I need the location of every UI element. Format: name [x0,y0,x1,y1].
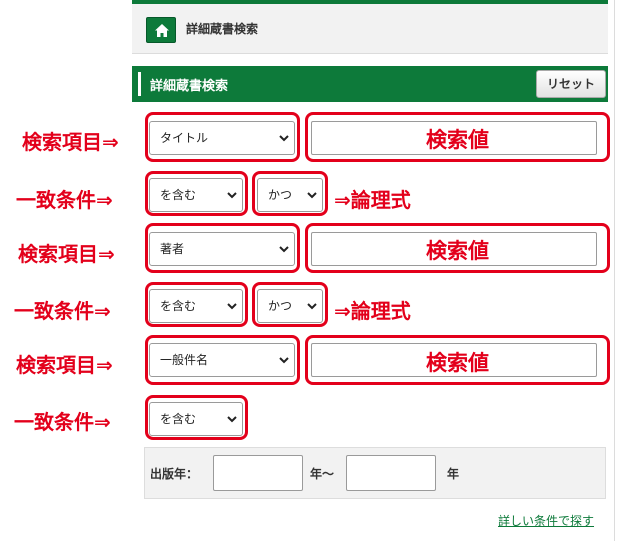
panel-border [614,0,615,541]
year-to-input[interactable] [346,455,436,491]
logic-select-2[interactable]: かつ [257,289,323,323]
annotation-value-label-2: 検索値 [426,239,489,263]
match-select-2[interactable]: を含む [149,289,243,323]
logic-select-2-value: かつ [268,299,293,313]
chevron-down-icon [307,192,317,199]
field-select-1[interactable]: タイトル [149,121,295,155]
field-select-2-value: 著者 [160,242,185,256]
year-from-input[interactable] [213,455,303,491]
breadcrumb-current: 詳細蔵書検索 [186,22,259,36]
logic-select-1-value: かつ [268,188,293,202]
match-select-3[interactable]: を含む [149,402,243,436]
match-select-2-value: を含む [160,299,197,313]
year-from-suffix: 年〜 [310,467,335,481]
field-select-2[interactable]: 著者 [149,232,295,266]
header-accent [138,72,141,96]
logic-select-1[interactable]: かつ [257,178,323,212]
annotation-value-label-1: 検索値 [426,128,489,152]
advanced-search-link[interactable]: 詳しい条件で探す [498,512,594,529]
match-select-1[interactable]: を含む [149,178,243,212]
reset-button[interactable]: リセット [536,70,606,98]
annotation-logic-label-1: ⇒論理式 [334,188,411,212]
field-select-3-value: 一般件名 [160,353,209,367]
annotation-field-label-3: 検索項目⇒ [16,353,113,377]
chevron-down-icon [279,246,289,253]
home-button[interactable] [146,17,176,43]
chevron-down-icon [227,303,237,310]
chevron-down-icon [279,135,289,142]
field-select-3[interactable]: 一般件名 [149,343,295,377]
annotation-field-label-2: 検索項目⇒ [18,242,115,266]
year-to-suffix: 年 [447,467,460,481]
chevron-down-icon [279,357,289,364]
annotation-field-label-1: 検索項目⇒ [22,130,119,154]
chevron-down-icon [307,303,317,310]
match-select-1-value: を含む [160,188,197,202]
annotation-match-label-2: 一致条件⇒ [14,299,111,323]
home-icon [155,24,169,37]
field-select-1-value: タイトル [160,131,209,145]
annotation-match-label-1: 一致条件⇒ [16,188,113,212]
annotation-match-label-3: 一致条件⇒ [14,410,111,434]
chevron-down-icon [227,416,237,423]
chevron-down-icon [227,192,237,199]
annotation-logic-label-2: ⇒論理式 [334,299,411,323]
section-title: 詳細蔵書検索 [150,79,229,94]
publication-year-label: 出版年： [150,467,199,481]
annotation-value-label-3: 検索値 [426,351,489,375]
match-select-3-value: を含む [160,412,197,426]
